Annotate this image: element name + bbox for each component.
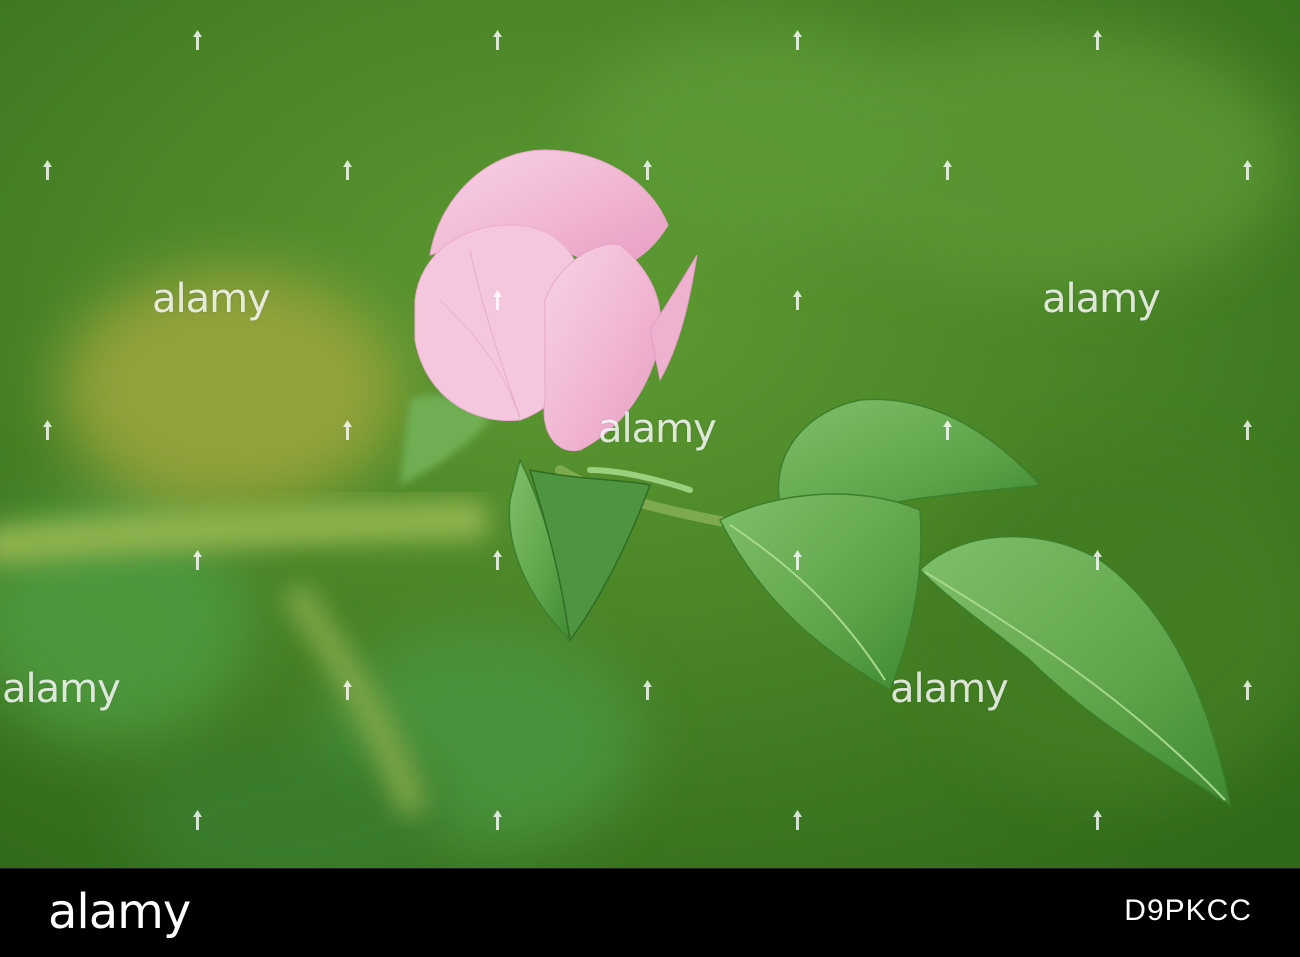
watermark-mark-icon (792, 809, 803, 831)
watermark-mark-icon (342, 159, 353, 181)
watermark-text: alamy (890, 666, 1009, 712)
watermark-text: alamy (1042, 276, 1161, 322)
watermark-mark-icon (492, 289, 503, 311)
stock-photo: alamy alamy alamy alamy alamy (0, 0, 1300, 868)
footer-brand-logo: alamy (48, 884, 191, 940)
watermark-mark-icon (942, 159, 953, 181)
watermark-mark-icon (1092, 29, 1103, 51)
watermark-mark-icon (642, 679, 653, 701)
watermark-mark-icon (192, 549, 203, 571)
watermark-mark-icon (792, 549, 803, 571)
footer-divider (0, 868, 1300, 869)
watermark-mark-icon (1242, 419, 1253, 441)
watermark-mark-icon (42, 419, 53, 441)
watermark-text: alamy (152, 276, 271, 322)
watermark-mark-icon (1092, 549, 1103, 571)
footer-bar: alamy D9PKCC (0, 868, 1300, 957)
watermark-mark-icon (942, 419, 953, 441)
watermark-mark-icon (342, 679, 353, 701)
watermark-mark-icon (192, 29, 203, 51)
watermark-mark-icon (792, 29, 803, 51)
watermark-text: alamy (598, 406, 717, 452)
watermark-mark-icon (42, 159, 53, 181)
watermark-mark-icon (792, 289, 803, 311)
footer-image-id: D9PKCC (1124, 894, 1252, 927)
watermark-mark-icon (492, 29, 503, 51)
watermark-mark-icon (642, 159, 653, 181)
watermark-mark-icon (492, 809, 503, 831)
watermark-mark-icon (492, 549, 503, 571)
watermark-mark-icon (342, 419, 353, 441)
watermark-mark-icon (1242, 159, 1253, 181)
watermark-mark-icon (192, 809, 203, 831)
watermark-mark-icon (1092, 809, 1103, 831)
watermark-mark-icon (1242, 679, 1253, 701)
watermark-text: alamy (2, 666, 121, 712)
